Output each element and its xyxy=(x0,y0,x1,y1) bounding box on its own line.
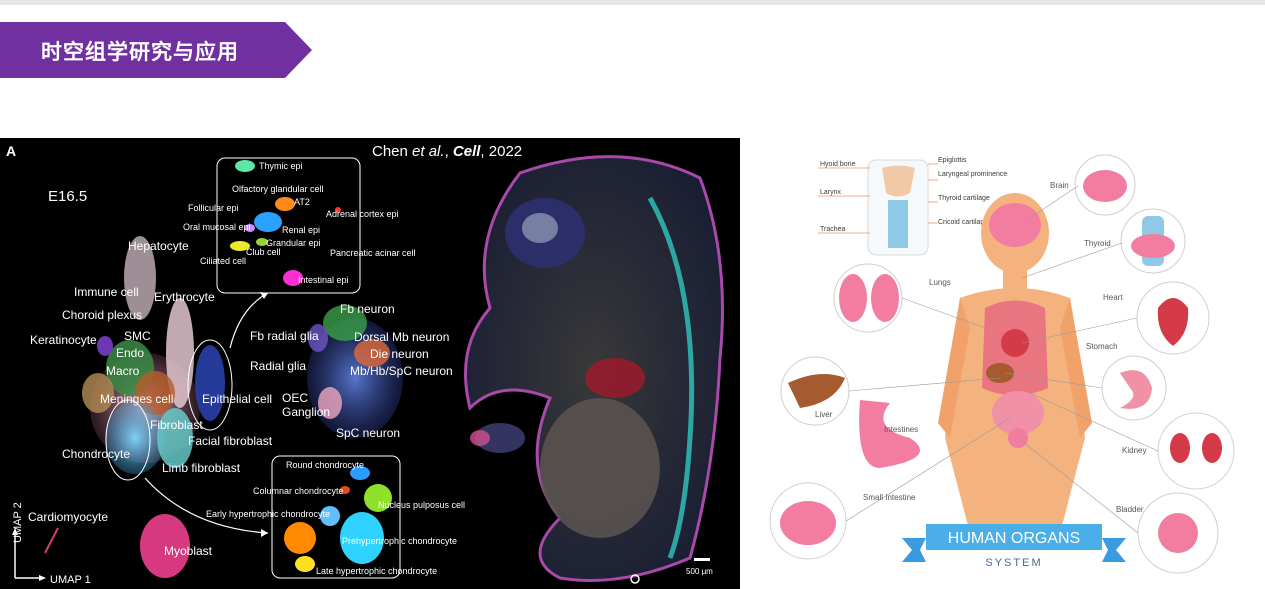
cluster-label: Dorsal Mb neuron xyxy=(354,330,449,344)
lungs-icon xyxy=(839,274,867,322)
cluster-label: Immune cell xyxy=(74,285,139,299)
embryo-section xyxy=(464,155,724,582)
larynx-icon xyxy=(882,165,915,197)
epi-label: Intestinal epi xyxy=(298,275,349,285)
organs-svg: Hyoid bone Larynx Trachea Epiglottis Lar… xyxy=(769,154,1235,574)
umap-y-label: UMAP 2 xyxy=(12,502,24,543)
cluster-label: Hepatocyte xyxy=(128,239,189,253)
ribbon-title: HUMAN ORGANS xyxy=(948,530,1080,547)
slide-title: 时空组学研究与应用 xyxy=(41,40,239,64)
cluster-label: Chondrocyte xyxy=(62,447,130,461)
epi-inset-labels: Thymic epi Olfactory glandular cell Foll… xyxy=(183,161,416,285)
cluster-label: Fb radial glia xyxy=(250,329,319,343)
organ-label: Intestines xyxy=(884,425,918,434)
cluster-label: Meninges cell xyxy=(100,392,173,406)
cluster-label: Choroid plexus xyxy=(62,308,142,322)
cluster-label: Limb fibroblast xyxy=(162,461,241,475)
organ-label: Heart xyxy=(1103,293,1123,302)
chondro-label: Prehypertrophic chondrocyte xyxy=(342,536,457,546)
larynx-label: Thyroid cartilage xyxy=(938,195,990,202)
cluster-label: Fb neuron xyxy=(340,302,395,316)
chondro-label: Columnar chondrocyte xyxy=(253,486,344,496)
chondro-label: Early hypertrophic chondrocyte xyxy=(206,509,330,519)
epi-label: Oral mucosal epi xyxy=(183,222,251,232)
epi-label: Renal epi xyxy=(282,225,320,235)
umap-figure-svg: A Chen et al., Cell, 2022 E16.5 UMAP 1 U… xyxy=(6,143,724,586)
chondro-label: Late hypertrophic chondrocyte xyxy=(316,566,437,576)
scale-bar-label: 500 μm xyxy=(686,567,713,576)
chondro-inset-blobs xyxy=(284,466,392,572)
epi-label: Thymic epi xyxy=(259,161,303,171)
bladder-icon xyxy=(1158,513,1198,553)
cluster-label: Ganglion xyxy=(282,405,330,419)
chondro-label: Round chondrocyte xyxy=(286,460,364,470)
epi-label: Club cell xyxy=(246,247,281,257)
organ-label: Bladder xyxy=(1116,505,1144,514)
umap-spatial-figure: A Chen et al., Cell, 2022 E16.5 UMAP 1 U… xyxy=(0,138,740,589)
cluster-label: Mb/Hb/SpC neuron xyxy=(350,364,453,378)
organ-label: Thyroid xyxy=(1084,239,1111,248)
ribbon-subtitle: SYSTEM xyxy=(985,557,1042,569)
larynx-label: Hyoid bone xyxy=(820,161,856,168)
panel-letter: A xyxy=(6,143,16,159)
organ-label: Small Intestine xyxy=(863,493,916,502)
intestines-icon xyxy=(859,400,920,468)
cluster-label: Erythrocyte xyxy=(154,290,215,304)
cluster-label: Fibroblast xyxy=(150,418,203,432)
small-intestine-icon xyxy=(780,501,836,545)
cluster-label: Myoblast xyxy=(164,544,213,558)
citation: Chen et al., Cell, 2022 xyxy=(372,143,522,160)
epi-label: Pancreatic acinar cell xyxy=(330,248,416,258)
cluster-label: Macro xyxy=(106,364,140,378)
organ-label: Kidney xyxy=(1122,446,1146,455)
larynx-label: Larynx xyxy=(820,189,842,196)
cluster-label: Radial glia xyxy=(250,359,306,373)
top-rule xyxy=(0,0,1265,5)
kidney-circle xyxy=(1157,412,1235,490)
cluster-label: Die neuron xyxy=(370,347,429,361)
body-silhouette xyxy=(938,193,1092,533)
organ-label: Stomach xyxy=(1086,342,1118,351)
larynx-label: Trachea xyxy=(820,226,846,233)
cluster-label: Keratinocyte xyxy=(30,333,97,347)
cluster-label: Epithelial cell xyxy=(202,392,272,406)
trachea-icon xyxy=(888,200,908,248)
cluster-label: SpC neuron xyxy=(336,426,400,440)
epi-label: Follicular epi xyxy=(188,203,239,213)
larynx-label: Cricoid cartilage xyxy=(938,219,988,226)
cluster-label: Endo xyxy=(116,346,144,360)
larynx-label: Epiglottis xyxy=(938,157,967,164)
scale-bar xyxy=(694,558,710,561)
organ-label: Brain xyxy=(1050,181,1069,190)
epi-label: AT2 xyxy=(294,197,310,207)
organ-label: Liver xyxy=(815,410,833,419)
organ-label: Lungs xyxy=(929,278,951,287)
umap-x-label: UMAP 1 xyxy=(50,574,91,586)
epi-label: Adrenal cortex epi xyxy=(326,209,399,219)
human-organs-infographic: Hyoid bone Larynx Trachea Epiglottis Lar… xyxy=(760,138,1265,589)
cluster-label: Facial fibroblast xyxy=(188,434,273,448)
kidney-icon xyxy=(1170,433,1190,463)
organs-ribbon: HUMAN ORGANS SYSTEM xyxy=(902,524,1126,570)
brain-icon xyxy=(1083,170,1127,202)
chondro-label: Nucleus pulposus cell xyxy=(378,500,465,510)
cluster-label: OEC xyxy=(282,391,308,405)
cluster-label: SMC xyxy=(124,329,151,343)
title-banner: 时空组学研究与应用 xyxy=(0,22,315,83)
cluster-label: Cardiomyocyte xyxy=(28,510,108,524)
larynx-label: Laryngeal prominence xyxy=(938,171,1007,178)
epi-label: Ciliated cell xyxy=(200,256,246,266)
epi-label: Olfactory glandular cell xyxy=(232,184,324,194)
stage-label: E16.5 xyxy=(48,188,87,205)
